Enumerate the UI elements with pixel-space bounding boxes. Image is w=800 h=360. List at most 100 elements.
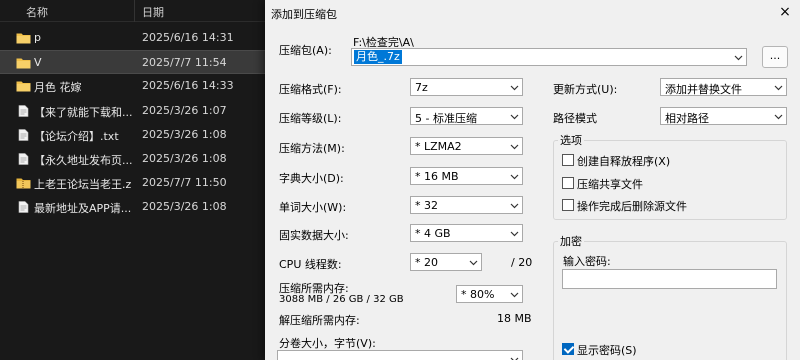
column-date-header[interactable]: 日期 — [142, 4, 164, 20]
file-name: 【来了就能下载和... — [34, 105, 132, 119]
sfx-checkbox[interactable] — [562, 154, 574, 166]
method-value: * LZMA2 — [415, 140, 462, 153]
format-value: 7z — [415, 81, 428, 94]
update-value: 添加并替换文件 — [665, 83, 742, 96]
mem-select[interactable]: * 80% — [456, 285, 523, 303]
file-row[interactable]: 月色 花嫁 2025/6/16 14:33 — [0, 74, 270, 98]
file-name: V — [34, 56, 42, 70]
mem-value: * 80% — [461, 288, 495, 301]
dict-label: 字典大小(D): — [279, 172, 344, 185]
text-file-icon — [16, 153, 31, 165]
chevron-down-icon — [510, 144, 519, 150]
file-date: 2025/7/7 11:54 — [142, 56, 227, 70]
folder-icon — [16, 32, 31, 44]
solid-select[interactable]: * 4 GB — [410, 224, 523, 242]
column-name-header[interactable]: 名称 — [26, 4, 48, 20]
column-header: 名称 日期 — [0, 0, 270, 22]
level-select[interactable]: 5 - 标准压缩 — [410, 107, 523, 125]
chevron-down-icon — [469, 260, 478, 266]
file-name: 【永久地址发布页... — [34, 154, 132, 167]
show-password-checkbox[interactable] — [562, 343, 574, 355]
chevron-down-icon — [510, 231, 519, 237]
file-name: 最新地址及APP请... — [34, 202, 132, 216]
format-select[interactable]: 7z — [410, 78, 523, 96]
decomp-label: 解压缩所需内存: — [279, 314, 360, 327]
chevron-down-icon — [510, 292, 519, 298]
text-file-icon — [16, 104, 31, 117]
file-name: p — [34, 31, 41, 44]
column-divider[interactable] — [134, 0, 135, 22]
file-name: 上老王论坛当老王.z... — [34, 178, 132, 192]
chevron-down-icon — [510, 203, 519, 209]
solid-label: 固实数据大小: — [279, 229, 349, 242]
pathmode-label: 路径模式 — [553, 112, 597, 125]
shared-label[interactable]: 压缩共享文件 — [577, 176, 643, 192]
mem-info: 3088 MB / 26 GB / 32 GB — [279, 294, 404, 305]
update-select[interactable]: 添加并替换文件 — [660, 78, 787, 96]
split-select[interactable] — [277, 350, 523, 360]
file-row[interactable]: 【论坛介绍】.txt 2025/3/26 1:08 — [0, 123, 270, 147]
archive-name-combo[interactable]: 月色_.7z — [351, 48, 747, 66]
file-date: 2025/3/26 1:07 — [142, 103, 227, 117]
file-date: 2025/6/16 14:31 — [142, 31, 234, 44]
sfx-label[interactable]: 创建自释放程序(X) — [577, 153, 670, 169]
word-value: * 32 — [415, 199, 438, 212]
file-name: 月色 花嫁 — [34, 81, 82, 95]
password-input[interactable] — [562, 269, 777, 289]
chevron-down-icon — [510, 85, 519, 91]
dict-value: * 16 MB — [415, 170, 459, 183]
pathmode-select[interactable]: 相对路径 — [660, 107, 787, 125]
chevron-down-icon — [510, 357, 519, 360]
method-label: 压缩方法(M): — [279, 142, 345, 155]
delete-label[interactable]: 操作完成后删除源文件 — [577, 198, 687, 214]
file-date: 2025/3/26 1:08 — [142, 127, 227, 141]
file-row[interactable]: V 2025/7/7 11:54 — [0, 50, 270, 75]
file-row[interactable]: 【永久地址发布页... 2025/3/26 1:08 — [0, 147, 270, 171]
cpu-value: * 20 — [415, 256, 438, 269]
chevron-down-icon — [510, 174, 519, 180]
file-row[interactable]: 最新地址及APP请... 2025/3/26 1:08 — [0, 195, 270, 219]
format-label: 压缩格式(F): — [279, 83, 342, 96]
add-to-archive-dialog: 添加到压缩包 × 压缩包(A): F:\检查完\A\ 月色_.7z ... 压缩… — [265, 0, 800, 360]
dialog-title: 添加到压缩包 — [271, 8, 337, 21]
cpu-total: / 20 — [511, 256, 533, 269]
file-row[interactable]: p 2025/6/16 14:31 — [0, 26, 270, 50]
method-select[interactable]: * LZMA2 — [410, 137, 523, 155]
file-date: 2025/6/16 14:33 — [142, 79, 234, 93]
chevron-down-icon — [774, 85, 783, 91]
browse-button[interactable]: ... — [762, 46, 788, 68]
folder-icon — [16, 57, 31, 69]
level-value: 5 - 标准压缩 — [415, 112, 477, 125]
text-file-icon — [16, 128, 31, 141]
word-label: 单词大小(W): — [279, 201, 347, 214]
delete-checkbox[interactable] — [562, 199, 574, 211]
file-row[interactable]: 上老王论坛当老王.z... 2025/7/7 11:50 — [0, 171, 270, 195]
folder-icon — [16, 80, 31, 92]
update-label: 更新方式(U): — [553, 83, 618, 96]
shared-checkbox[interactable] — [562, 177, 574, 189]
decomp-value: 18 MB — [497, 312, 532, 325]
chevron-down-icon — [734, 55, 743, 61]
encrypt-title: 加密 — [558, 233, 584, 249]
chevron-down-icon — [510, 114, 519, 120]
close-button[interactable]: × — [776, 4, 794, 20]
chevron-down-icon — [774, 114, 783, 120]
show-password-label[interactable]: 显示密码(S) — [577, 342, 637, 358]
password-label: 输入密码: — [563, 255, 611, 268]
file-explorer: 名称 日期 p 2025/6/16 14:31 V 2025/7/7 11:54 月色 … — [0, 0, 270, 360]
split-label: 分卷大小，字节(V): — [279, 337, 376, 350]
cpu-select[interactable]: * 20 — [410, 253, 482, 271]
pathmode-value: 相对路径 — [665, 112, 709, 125]
file-date: 2025/3/26 1:08 — [142, 152, 227, 165]
word-select[interactable]: * 32 — [410, 196, 523, 214]
text-file-icon — [16, 201, 31, 214]
archive-name-value: 月色_.7z — [354, 50, 402, 64]
file-date: 2025/7/7 11:50 — [142, 176, 227, 190]
zip-folder-icon — [16, 177, 31, 189]
options-title: 选项 — [558, 132, 584, 148]
level-label: 压缩等级(L): — [279, 112, 342, 125]
archive-label: 压缩包(A): — [279, 44, 332, 57]
file-row[interactable]: 【来了就能下载和... 2025/3/26 1:07 — [0, 99, 270, 123]
file-name: 【论坛介绍】.txt — [34, 129, 119, 143]
dict-select[interactable]: * 16 MB — [410, 167, 523, 185]
